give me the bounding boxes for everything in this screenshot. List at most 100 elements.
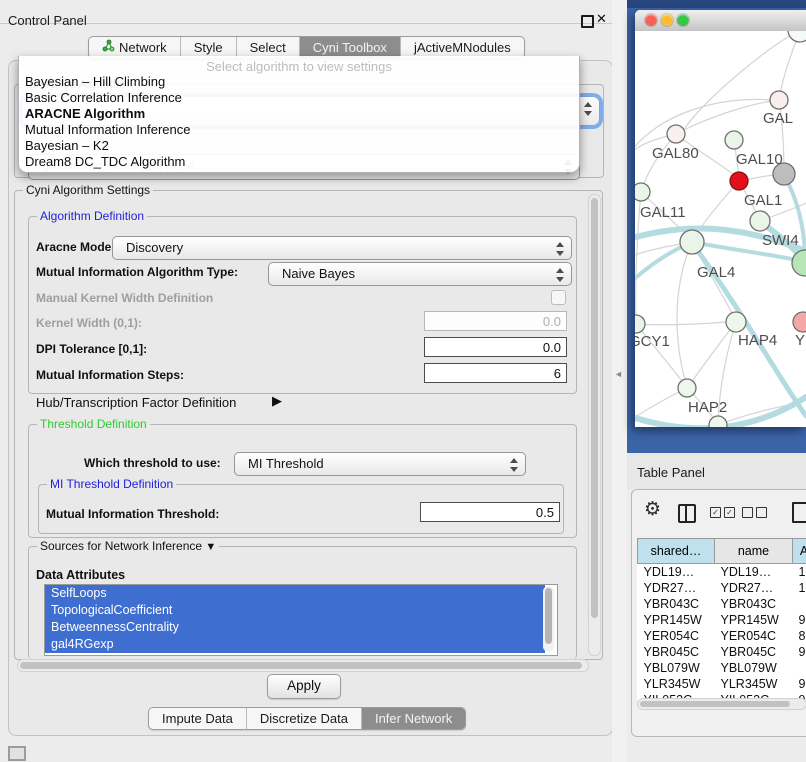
table-row[interactable]: YDR27…YDR27…12: [638, 580, 806, 596]
divider-collapse-arrow-icon[interactable]: ◄: [614, 369, 623, 379]
network-node-swi4[interactable]: [750, 211, 770, 231]
column-header-a[interactable]: A: [793, 539, 806, 564]
network-edge[interactable]: [691, 322, 736, 383]
combo-arrows-icon: [583, 102, 592, 116]
algorithm-option[interactable]: Basic Correlation Inference: [19, 90, 579, 106]
mi-type-combo[interactable]: Naive Bayes: [268, 262, 572, 286]
mi-steps-field[interactable]: 6: [424, 363, 567, 383]
settings-horizontal-scrollbar[interactable]: [17, 659, 589, 672]
tab-style[interactable]: Style: [181, 37, 237, 58]
tab-impute-data[interactable]: Impute Data: [149, 708, 247, 729]
algorithm-option[interactable]: Bayesian – Hill Climbing: [19, 74, 579, 90]
network-node-gal4[interactable]: [680, 230, 704, 254]
attribute-item[interactable]: gal4RGexp: [45, 636, 545, 653]
network-node-gal1[interactable]: [730, 172, 748, 190]
network-edge[interactable]: [635, 244, 688, 281]
network-edge[interactable]: [635, 99, 771, 150]
attributes-scrollbar-thumb[interactable]: [545, 588, 552, 644]
network-edge[interactable]: [636, 322, 727, 325]
network-node-hap2[interactable]: [678, 379, 696, 397]
tab-cyni-toolbox[interactable]: Cyni Toolbox: [300, 37, 401, 58]
settings-scrollbar-thumb[interactable]: [591, 198, 598, 618]
table-cell: YLR345W: [638, 676, 715, 692]
table-hscrollbar-thumb[interactable]: [640, 701, 790, 707]
table-row[interactable]: YDL19…YDL19…13: [638, 564, 806, 581]
network-node-hap4[interactable]: [726, 312, 746, 332]
network-window-titlebar[interactable]: [635, 10, 806, 32]
network-node-gal11[interactable]: [635, 183, 650, 201]
table-row[interactable]: YPR145WYPR145W9.: [638, 612, 806, 628]
attribute-item[interactable]: BetweennessCentrality: [45, 619, 545, 636]
network-node-gal10[interactable]: [725, 131, 743, 149]
network-node[interactable]: [709, 416, 727, 427]
select-all-columns-icon[interactable]: ✓ ✓: [710, 507, 735, 518]
node-label: HAP2: [688, 399, 727, 416]
mi-threshold-field[interactable]: 0.5: [420, 502, 560, 522]
settings-vertical-scrollbar[interactable]: [588, 194, 601, 656]
node-label: GCY1: [635, 333, 670, 350]
tab-discretize-data[interactable]: Discretize Data: [247, 708, 362, 729]
algorithm-option[interactable]: Bayesian – K2: [19, 138, 579, 154]
manual-kernel-checkbox[interactable]: [551, 290, 566, 305]
column-header-shared[interactable]: shared…: [638, 539, 715, 564]
table-panel-title: Table Panel: [637, 465, 705, 480]
apply-button[interactable]: Apply: [267, 674, 341, 699]
network-edge[interactable]: [677, 242, 692, 383]
attribute-item[interactable]: TopologicalCoefficient: [45, 602, 545, 619]
zoom-window-icon[interactable]: [677, 14, 689, 26]
control-panel-titlebar: [0, 0, 620, 24]
algorithm-option[interactable]: Mutual Information Inference: [19, 122, 579, 138]
minimize-window-icon[interactable]: [661, 14, 673, 26]
close-window-icon[interactable]: [645, 14, 657, 26]
split-pane-divider[interactable]: [612, 0, 627, 762]
table-row[interactable]: YLR345WYLR345W9.: [638, 676, 806, 692]
tab-infer-network[interactable]: Infer Network: [362, 708, 465, 729]
data-attributes-list[interactable]: SelfLoopsTopologicalCoefficientBetweenne…: [44, 584, 558, 656]
algorithm-option[interactable]: ARACNE Algorithm: [19, 106, 579, 122]
node-label: GAL11: [640, 204, 686, 221]
desktop-top-strip: [627, 0, 806, 8]
table-cell: YBL079W: [715, 660, 793, 676]
sources-collapse-arrow-icon[interactable]: ▼: [205, 541, 216, 553]
algorithm-dropdown-placeholder: Select algorithm to view settings: [19, 56, 579, 74]
network-canvas[interactable]: GALGAL80GAL10GAL1SWI4GAL11GAL4HAP4YGCY1H…: [635, 31, 806, 427]
network-node-gal80[interactable]: [667, 125, 685, 143]
network-node-gcy1[interactable]: [635, 315, 645, 333]
table-row[interactable]: YER054CYER054C8.: [638, 628, 806, 644]
table-row[interactable]: YBR043CYBR043C: [638, 596, 806, 612]
attribute-item[interactable]: SelfLoops: [45, 585, 545, 602]
node-table[interactable]: shared…nameA YDL19…YDL19…13YDR27…YDR27…1…: [637, 538, 806, 701]
checked-box-icon: ✓: [724, 507, 735, 518]
kernel-width-field[interactable]: 0.0: [424, 311, 567, 331]
document-icon[interactable]: [792, 502, 806, 523]
which-threshold-combo[interactable]: MI Threshold: [234, 452, 526, 476]
algorithm-option[interactable]: Dream8 DC_TDC Algorithm: [19, 154, 579, 170]
tab-jactivemnodules[interactable]: jActiveMNodules: [401, 37, 524, 58]
dpi-tolerance-field[interactable]: 0.0: [424, 337, 567, 357]
deselect-all-columns-icon[interactable]: [742, 507, 767, 518]
attributes-scrollbar[interactable]: [543, 586, 554, 652]
settings-hscrollbar-thumb[interactable]: [20, 662, 582, 669]
table-row[interactable]: YBL079WYBL079W: [638, 660, 806, 676]
table-row[interactable]: YBR045CYBR045C9.: [638, 644, 806, 660]
tab-network[interactable]: Network: [89, 37, 181, 58]
tab-select[interactable]: Select: [237, 37, 300, 58]
checked-box-icon: ✓: [710, 507, 721, 518]
collapsed-corner-widget[interactable]: [8, 746, 26, 761]
network-node[interactable]: [773, 163, 795, 185]
columns-icon[interactable]: [678, 504, 696, 523]
table-horizontal-scrollbar[interactable]: [637, 698, 806, 710]
hub-section-label[interactable]: Hub/Transcription Factor Definition: [36, 395, 236, 410]
aracne-mode-combo[interactable]: Discovery: [112, 236, 572, 260]
column-header-name[interactable]: name: [715, 539, 793, 564]
combo-arrows-icon: [509, 458, 518, 472]
float-panel-icon[interactable]: [581, 15, 594, 28]
data-attributes-label: Data Attributes: [36, 568, 125, 582]
close-panel-icon[interactable]: ✕: [596, 11, 607, 27]
network-node[interactable]: [788, 31, 806, 42]
network-node-gal[interactable]: [770, 91, 788, 109]
hub-expand-arrow-icon[interactable]: ▶: [272, 393, 282, 409]
which-threshold-label: Which threshold to use:: [84, 456, 221, 470]
network-node-y[interactable]: [793, 312, 806, 332]
gear-icon[interactable]: ⚙: [644, 500, 661, 519]
